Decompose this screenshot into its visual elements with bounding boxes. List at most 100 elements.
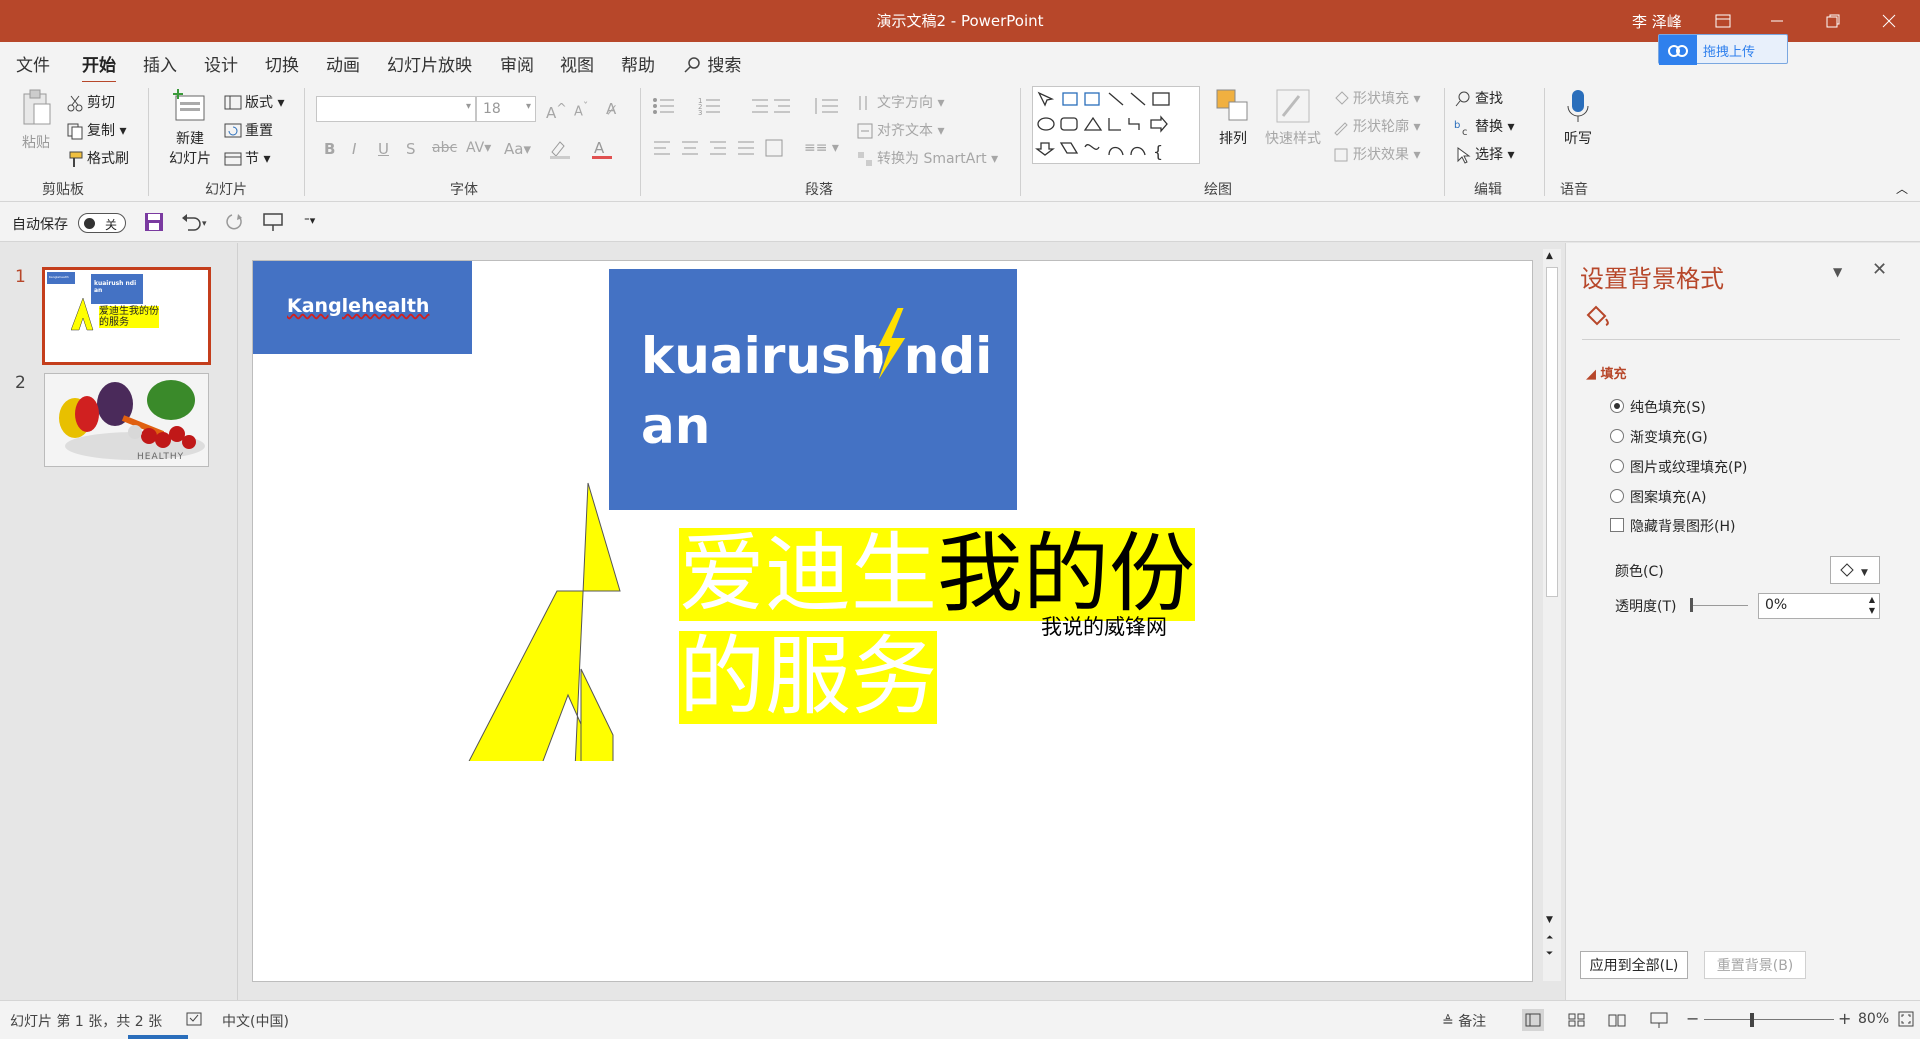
paste-button[interactable]: 粘贴 <box>16 88 56 152</box>
scroll-up-icon[interactable]: ▲ <box>1546 251 1553 261</box>
collapse-ribbon-icon[interactable]: ︿ <box>1896 180 1908 197</box>
scroll-thumb[interactable] <box>1546 267 1558 597</box>
grow-font-button[interactable]: A^ <box>546 100 567 122</box>
columns-button[interactable]: ≡≡ ▾ <box>804 140 839 156</box>
small-caption-text[interactable]: 我说的威锋网 <box>1041 611 1167 641</box>
solid-fill-radio[interactable] <box>1610 399 1624 413</box>
layout-button[interactable]: 版式 ▾ <box>224 92 284 112</box>
customize-qat-icon[interactable]: ⁼▾ <box>304 214 315 227</box>
search-box[interactable]: 搜索 <box>684 51 741 76</box>
restore-icon[interactable] <box>1810 0 1856 42</box>
vertical-scrollbar[interactable]: ▲ ▼ ⏶ ⏷ <box>1543 249 1561 981</box>
slideshow-view-icon[interactable] <box>1648 1009 1670 1035</box>
bullets-button[interactable] <box>652 96 692 120</box>
accessibility-icon[interactable] <box>186 1011 204 1031</box>
transparency-slider[interactable] <box>1690 605 1748 606</box>
zoom-level[interactable]: 80% <box>1858 1011 1889 1027</box>
upload-button[interactable]: 拖拽上传 <box>1658 34 1788 65</box>
save-icon[interactable] <box>144 212 164 236</box>
title-box[interactable]: kuairush ndi an <box>609 269 1017 510</box>
reading-view-icon[interactable] <box>1606 1009 1628 1035</box>
font-family-combo[interactable]: ▾ <box>316 96 476 122</box>
tab-design[interactable]: 设计 <box>204 51 238 76</box>
zoom-out-icon[interactable]: − <box>1686 1009 1699 1028</box>
font-size-combo[interactable]: 18 ▾ <box>476 96 536 122</box>
indent-buttons[interactable] <box>748 96 794 120</box>
find-button[interactable]: 查找 <box>1454 88 1503 108</box>
pane-options-icon[interactable]: ▼ <box>1833 265 1842 279</box>
undo-icon[interactable]: ▾ <box>180 212 210 236</box>
scroll-down-icon[interactable]: ▼ <box>1546 915 1553 925</box>
hide-bg-checkbox[interactable] <box>1610 518 1624 532</box>
char-spacing-button[interactable]: AV▾ <box>466 140 491 156</box>
smartart-button[interactable]: 转换为 SmartArt ▾ <box>856 148 998 168</box>
pane-close-icon[interactable]: ✕ <box>1872 259 1887 280</box>
prev-slide-icon[interactable]: ⏶ <box>1546 933 1553 943</box>
bold-button[interactable]: B <box>324 140 335 158</box>
autosave-toggle[interactable]: 关 <box>78 213 126 233</box>
user-name[interactable]: 李 泽峰 <box>1632 11 1682 32</box>
tab-home[interactable]: 开始 <box>82 51 116 84</box>
align-buttons[interactable] <box>652 138 792 162</box>
close-icon[interactable] <box>1866 0 1912 42</box>
fill-section-header[interactable]: ◢ 填充 <box>1586 363 1627 382</box>
fill-category-icon[interactable] <box>1582 305 1612 335</box>
picture-fill-radio[interactable] <box>1610 459 1624 473</box>
color-picker-button[interactable]: ▼ <box>1830 556 1880 584</box>
transparency-slider-handle[interactable] <box>1690 598 1693 612</box>
underline-button[interactable]: U <box>378 140 389 158</box>
shape-effects-button[interactable]: 形状效果 ▾ <box>1332 144 1420 164</box>
yellow-triangle-shape[interactable] <box>463 481 663 761</box>
clear-format-button[interactable]: A̷ <box>606 100 616 118</box>
quick-styles-button[interactable]: 快速样式 <box>1262 88 1324 148</box>
sorter-view-icon[interactable] <box>1566 1009 1588 1035</box>
tab-file[interactable]: 文件 <box>16 51 50 76</box>
redo-icon[interactable] <box>224 212 246 236</box>
section-button[interactable]: 节 ▾ <box>224 148 270 168</box>
fit-slide-icon[interactable] <box>1898 1011 1914 1031</box>
arrange-button[interactable]: 排列 <box>1210 88 1256 148</box>
shape-fill-button[interactable]: 形状填充 ▾ <box>1332 88 1420 108</box>
dictate-button[interactable]: 听写 <box>1556 88 1600 148</box>
zoom-slider[interactable] <box>1704 1019 1834 1020</box>
tab-view[interactable]: 视图 <box>560 51 594 76</box>
tab-insert[interactable]: 插入 <box>143 51 177 76</box>
copy-button[interactable]: 复制 ▾ <box>66 120 126 140</box>
line-spacing-button[interactable] <box>812 96 842 120</box>
highlight-button[interactable] <box>548 138 576 164</box>
reset-bg-button[interactable]: 重置背景(B) <box>1704 951 1806 979</box>
tab-animations[interactable]: 动画 <box>326 51 360 76</box>
text-direction-button[interactable]: 文字方向 ▾ <box>856 92 944 112</box>
shadow-button[interactable]: S <box>406 140 416 158</box>
tab-slideshow[interactable]: 幻灯片放映 <box>387 51 472 76</box>
zoom-slider-handle[interactable] <box>1750 1013 1754 1027</box>
font-color-button[interactable]: A <box>590 138 618 164</box>
slide-thumbnail-2[interactable]: HEALTHY <box>44 373 209 467</box>
transparency-input[interactable]: 0% ▲ ▼ <box>1758 593 1880 619</box>
strikethrough-button[interactable]: abc <box>432 140 457 156</box>
italic-button[interactable]: I <box>352 140 356 158</box>
change-case-button[interactable]: Aa▾ <box>504 140 531 158</box>
next-slide-icon[interactable]: ⏷ <box>1546 949 1553 959</box>
pattern-fill-radio[interactable] <box>1610 489 1624 503</box>
big-text-line1[interactable]: 爱迪生我的份 <box>679 528 1195 621</box>
align-text-button[interactable]: 对齐文本 ▾ <box>856 120 944 140</box>
presentation-icon[interactable] <box>262 212 284 236</box>
replace-button[interactable]: b c 替换 ▾ <box>1454 116 1514 138</box>
tab-help[interactable]: 帮助 <box>621 51 655 76</box>
reset-button[interactable]: 重置 <box>224 120 273 140</box>
shape-outline-button[interactable]: 形状轮廓 ▾ <box>1332 116 1420 136</box>
format-painter-button[interactable]: 格式刷 <box>66 148 129 168</box>
shapes-gallery[interactable]: { <box>1032 86 1200 164</box>
spinner-icon[interactable]: ▲ ▼ <box>1869 594 1875 616</box>
gradient-fill-radio[interactable] <box>1610 429 1624 443</box>
numbering-button[interactable]: 123 <box>698 96 738 120</box>
zoom-in-icon[interactable]: + <box>1838 1009 1851 1028</box>
normal-view-icon[interactable] <box>1522 1009 1544 1031</box>
new-slide-button[interactable]: 新建 幻灯片 <box>160 88 220 168</box>
logo-box[interactable]: Kanglehealth <box>253 261 472 354</box>
tab-review[interactable]: 审阅 <box>500 51 534 76</box>
shrink-font-button[interactable]: Aˇ <box>574 100 588 119</box>
current-slide[interactable]: Kanglehealth kuairush ndi an 爱迪生我的份 的服务 … <box>252 260 1533 982</box>
select-button[interactable]: 选择 ▾ <box>1454 144 1514 164</box>
